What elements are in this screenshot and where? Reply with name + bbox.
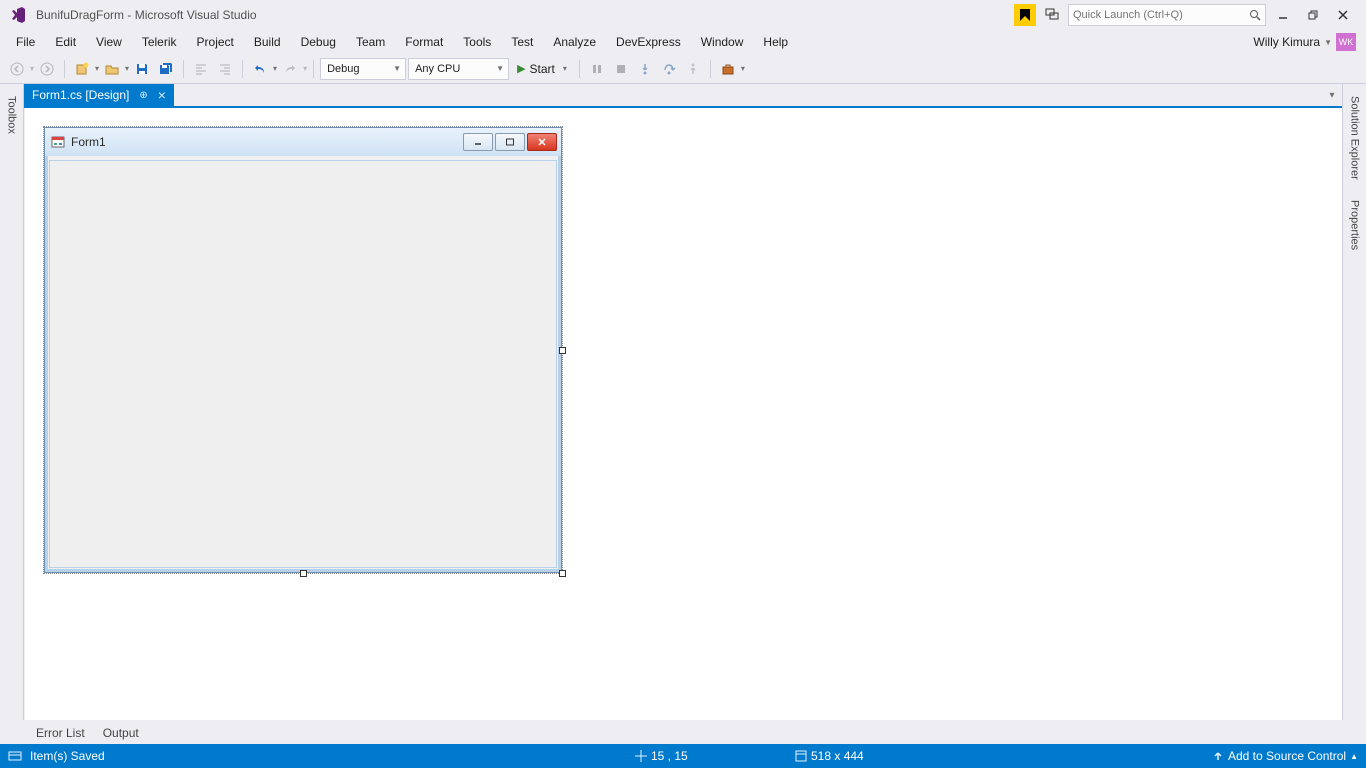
save-button[interactable] bbox=[131, 58, 153, 80]
nav-back-button[interactable] bbox=[6, 58, 28, 80]
vs-logo-icon bbox=[10, 6, 28, 24]
quick-launch-input[interactable] bbox=[1068, 4, 1266, 26]
tab-label: Form1.cs [Design] bbox=[32, 88, 129, 102]
form-icon bbox=[51, 135, 65, 149]
config-dropdown[interactable]: Debug▼ bbox=[320, 58, 406, 80]
nav-forward-button[interactable] bbox=[36, 58, 58, 80]
menu-test[interactable]: Test bbox=[501, 32, 543, 52]
titlebar: BunifuDragForm - Microsoft Visual Studio bbox=[0, 0, 1366, 30]
toolbox-icon[interactable] bbox=[717, 58, 739, 80]
start-button[interactable]: ▶ Start ▾ bbox=[511, 58, 573, 80]
minimize-button[interactable] bbox=[1270, 4, 1296, 26]
status-position: 15 , 15 bbox=[651, 749, 688, 763]
bottom-dock-tabs: Error List Output bbox=[24, 722, 1342, 744]
designer-surface[interactable]: Form1 bbox=[25, 108, 1342, 720]
tab-close-icon[interactable]: × bbox=[158, 87, 166, 103]
menu-tools[interactable]: Tools bbox=[453, 32, 501, 52]
resize-grip-bottom[interactable] bbox=[300, 570, 307, 577]
menu-debug[interactable]: Debug bbox=[291, 32, 346, 52]
toolbox-pane-tab[interactable]: Toolbox bbox=[4, 90, 20, 140]
user-dropdown-icon[interactable]: ▼ bbox=[1324, 38, 1332, 47]
menu-edit[interactable]: Edit bbox=[45, 32, 86, 52]
form-minimize-icon bbox=[463, 133, 493, 151]
search-icon bbox=[1249, 9, 1261, 21]
properties-tab[interactable]: Properties bbox=[1347, 194, 1363, 256]
menu-window[interactable]: Window bbox=[691, 32, 754, 52]
redo-button[interactable] bbox=[279, 58, 301, 80]
document-tabs: Form1.cs [Design] ⊕ × ▾ bbox=[24, 84, 1342, 106]
notifications-flag-icon[interactable] bbox=[1014, 4, 1036, 26]
form-maximize-icon bbox=[495, 133, 525, 151]
error-list-tab[interactable]: Error List bbox=[28, 724, 93, 744]
resize-grip-right[interactable] bbox=[559, 347, 566, 354]
source-control-button[interactable]: Add to Source Control ▲ bbox=[1212, 749, 1358, 763]
user-badge[interactable]: WK bbox=[1336, 33, 1356, 51]
statusbar: Item(s) Saved 15 , 15 518 x 444 Add to S… bbox=[0, 744, 1366, 768]
feedback-icon[interactable] bbox=[1040, 4, 1064, 26]
menu-telerik[interactable]: Telerik bbox=[132, 32, 187, 52]
stop-icon[interactable] bbox=[610, 58, 632, 80]
save-all-button[interactable] bbox=[155, 58, 177, 80]
tab-form1-design[interactable]: Form1.cs [Design] ⊕ × bbox=[24, 84, 174, 106]
tabs-overflow-icon[interactable]: ▾ bbox=[1322, 84, 1342, 106]
position-icon bbox=[635, 750, 647, 762]
sync-icon[interactable] bbox=[8, 749, 22, 763]
menu-format[interactable]: Format bbox=[395, 32, 453, 52]
menubar: File Edit View Telerik Project Build Deb… bbox=[0, 30, 1366, 54]
toolbar: ▾ ▾ ▾ ▾ ▾ Debug▼ Any CPU▼ ▶ Start ▾ ▾ bbox=[0, 54, 1366, 84]
menu-team[interactable]: Team bbox=[346, 32, 395, 52]
menu-analyze[interactable]: Analyze bbox=[543, 32, 606, 52]
menu-help[interactable]: Help bbox=[753, 32, 798, 52]
upload-icon bbox=[1212, 750, 1224, 762]
size-icon bbox=[795, 750, 807, 762]
menu-view[interactable]: View bbox=[86, 32, 132, 52]
close-button[interactable] bbox=[1330, 4, 1356, 26]
form-title: Form1 bbox=[71, 135, 106, 149]
menu-build[interactable]: Build bbox=[244, 32, 291, 52]
form-selection-outline: Form1 bbox=[43, 126, 563, 574]
form-close-icon bbox=[527, 133, 557, 151]
open-file-button[interactable] bbox=[101, 58, 123, 80]
undo-button[interactable] bbox=[249, 58, 271, 80]
status-size: 518 x 444 bbox=[811, 749, 864, 763]
solution-explorer-tab[interactable]: Solution Explorer bbox=[1347, 90, 1363, 186]
play-icon: ▶ bbox=[517, 62, 525, 75]
status-saved: Item(s) Saved bbox=[30, 749, 105, 763]
titlebar-right bbox=[1014, 4, 1356, 26]
form-designer-window[interactable]: Form1 bbox=[44, 127, 562, 573]
form-client-area[interactable] bbox=[49, 160, 557, 568]
pin-icon[interactable]: ⊕ bbox=[139, 90, 147, 101]
user-name[interactable]: Willy Kimura bbox=[1253, 35, 1320, 49]
window-title: BunifuDragForm - Microsoft Visual Studio bbox=[36, 8, 257, 22]
step-over-icon[interactable] bbox=[658, 58, 680, 80]
align-left-icon[interactable] bbox=[190, 58, 212, 80]
align-right-icon[interactable] bbox=[214, 58, 236, 80]
form-titlebar: Form1 bbox=[45, 128, 561, 156]
left-dock: Toolbox bbox=[0, 84, 24, 720]
restore-button[interactable] bbox=[1300, 4, 1326, 26]
output-tab[interactable]: Output bbox=[95, 724, 147, 744]
menu-file[interactable]: File bbox=[6, 32, 45, 52]
pause-icon[interactable] bbox=[586, 58, 608, 80]
menu-project[interactable]: Project bbox=[187, 32, 244, 52]
platform-dropdown[interactable]: Any CPU▼ bbox=[408, 58, 509, 80]
step-out-icon[interactable] bbox=[682, 58, 704, 80]
resize-grip-corner[interactable] bbox=[559, 570, 566, 577]
right-dock: Solution Explorer Properties bbox=[1342, 84, 1366, 720]
menu-devexpress[interactable]: DevExpress bbox=[606, 32, 691, 52]
step-into-icon[interactable] bbox=[634, 58, 656, 80]
new-project-button[interactable] bbox=[71, 58, 93, 80]
